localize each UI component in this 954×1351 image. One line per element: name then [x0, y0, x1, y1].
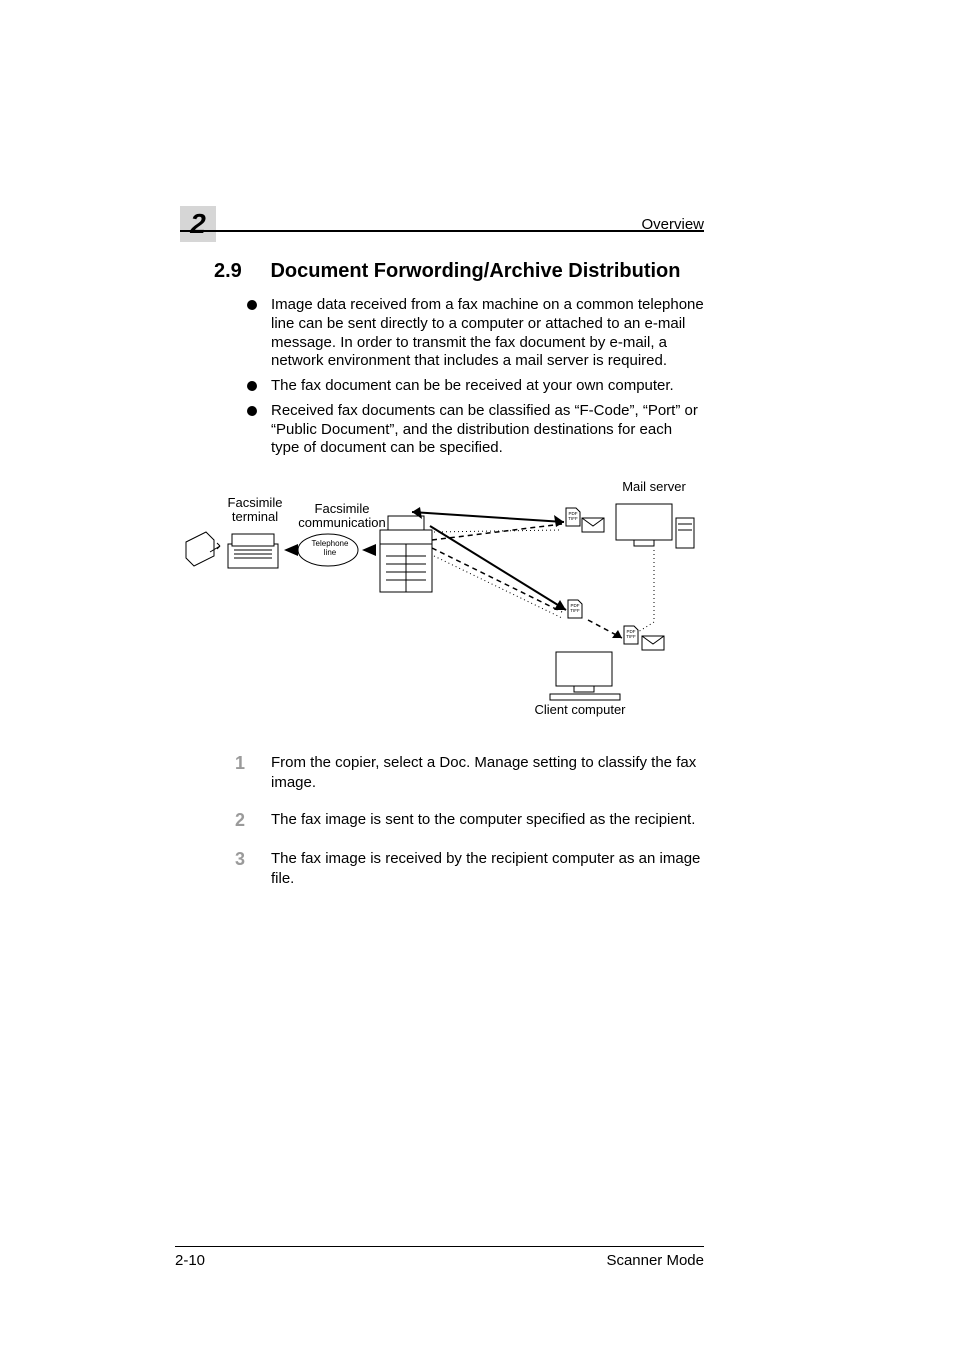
- bullet-list: Image data received from a fax machine o…: [247, 290, 704, 458]
- diagram: Facsimileterminal Facsimilecommunication…: [184, 460, 694, 720]
- solid-arrow: [412, 507, 564, 527]
- step-text: The fax image is received by the recipie…: [271, 849, 704, 888]
- arrow-icon: [362, 544, 376, 556]
- label-facsimile-terminal: Facsimileterminal: [220, 496, 290, 525]
- bullet-text: Image data received from a fax machine o…: [271, 296, 704, 371]
- section-heading: 2.9 Document Forwording/Archive Distribu…: [214, 260, 704, 283]
- section-number: 2.9: [214, 260, 266, 283]
- bullet-text: The fax document can be be received at y…: [271, 377, 704, 396]
- step-number: 3: [235, 849, 253, 888]
- chapter-number: 2: [190, 208, 206, 240]
- mail-server-icon: [616, 504, 694, 548]
- fax-machine-icon: [228, 534, 278, 568]
- bullet-text: Received fax documents can be classified…: [271, 402, 704, 458]
- footer-rule: [175, 1246, 704, 1247]
- header-label: Overview: [641, 216, 704, 233]
- file-badge-text: PDFTIFF: [568, 604, 582, 613]
- footer-mode: Scanner Mode: [606, 1252, 704, 1269]
- step-number: 1: [235, 753, 253, 792]
- bullet-icon: [247, 381, 257, 391]
- bullet-icon: [247, 300, 257, 310]
- step-item: 1 From the copier, select a Doc. Manage …: [235, 753, 704, 792]
- envelope-icon: [582, 518, 604, 532]
- step-text: The fax image is sent to the computer sp…: [271, 810, 704, 831]
- envelope-icon: [642, 636, 664, 650]
- solid-arrow: [430, 526, 566, 610]
- file-badge-text: PDFTIFF: [566, 512, 580, 521]
- label-client-computer: Client computer: [520, 703, 640, 717]
- dotted-link: [638, 550, 654, 632]
- file-badge-text: PDFTIFF: [624, 630, 638, 639]
- label-facsimile-communication: Facsimilecommunication: [292, 502, 392, 531]
- chapter-badge: 2: [180, 206, 216, 242]
- bullet-item: The fax document can be be received at y…: [247, 377, 704, 396]
- client-computer-icon: [550, 652, 620, 700]
- bullet-icon: [247, 406, 257, 416]
- footer-page-number: 2-10: [175, 1252, 205, 1269]
- section-title: Document Forwording/Archive Distribution: [270, 260, 680, 282]
- step-item: 2 The fax image is sent to the computer …: [235, 810, 704, 831]
- dotted-arrow: [434, 530, 562, 618]
- header-rule: [180, 230, 704, 232]
- step-number: 2: [235, 810, 253, 831]
- step-text: From the copier, select a Doc. Manage se…: [271, 753, 704, 792]
- step-list: 1 From the copier, select a Doc. Manage …: [235, 735, 704, 888]
- label-telephone-line: Telephoneline: [302, 540, 358, 558]
- label-mail-server: Mail server: [609, 480, 699, 494]
- document-icon: [186, 532, 220, 566]
- arrow-icon: [284, 544, 298, 556]
- bullet-item: Image data received from a fax machine o…: [247, 296, 704, 371]
- step-item: 3 The fax image is received by the recip…: [235, 849, 704, 888]
- bullet-item: Received fax documents can be classified…: [247, 402, 704, 458]
